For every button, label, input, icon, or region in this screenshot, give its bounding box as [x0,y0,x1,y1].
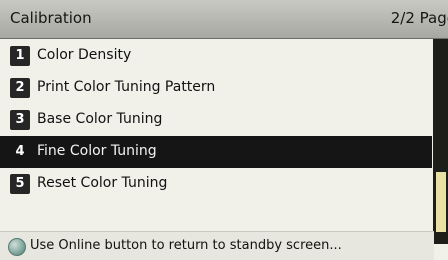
info-circle-icon [8,238,26,256]
calibration-screen: Calibration 2/2 Page 1 Color Density 2 P… [0,0,448,260]
number-5-icon: 5 [10,174,30,194]
menu-item-label: Reset Color Tuning [37,175,168,191]
number-1-icon: 1 [10,46,30,66]
menu-item-print-color-tuning-pattern[interactable]: 2 Print Color Tuning Pattern [0,72,432,104]
calibration-menu: 1 Color Density 2 Print Color Tuning Pat… [0,40,432,200]
menu-item-label: Base Color Tuning [37,111,163,127]
number-4-icon: 4 [10,142,30,162]
page-title: Calibration [10,9,92,27]
number-2-icon: 2 [10,78,30,98]
menu-item-color-density[interactable]: 1 Color Density [0,40,432,72]
menu-item-label: Print Color Tuning Pattern [37,79,216,95]
menu-item-base-color-tuning[interactable]: 3 Base Color Tuning [0,104,432,136]
menu-item-fine-color-tuning[interactable]: 4 Fine Color Tuning [0,136,432,168]
standby-hint: Use Online button to return to standby s… [30,238,342,253]
status-footer: Use Online button to return to standby s… [0,231,434,260]
page-indicator: 2/2 Page [390,9,448,27]
scrollbar-thumb[interactable] [436,172,446,232]
menu-item-reset-color-tuning[interactable]: 5 Reset Color Tuning [0,168,432,200]
number-3-icon: 3 [10,110,30,130]
menu-item-label: Color Density [37,47,132,63]
menu-item-label: Fine Color Tuning [37,143,157,159]
header-bar: Calibration 2/2 Page [0,0,448,39]
scrollbar[interactable] [433,39,448,244]
